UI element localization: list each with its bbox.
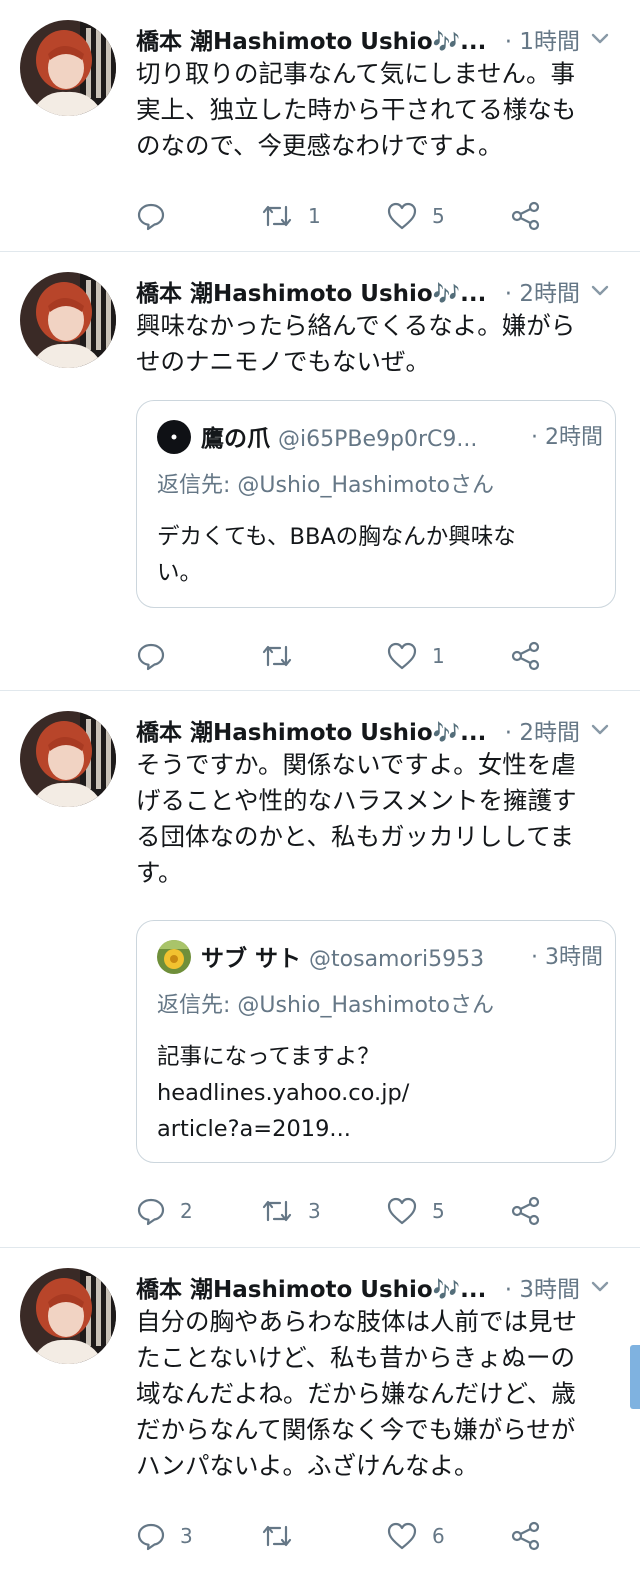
retweet-icon — [262, 645, 292, 667]
user-name[interactable]: 橋本 潮Hashimoto Ushio🎶... — [136, 22, 486, 56]
quoted-header: 鷹の爪 @i65PBe9p0rC9... · 2時間 — [201, 419, 603, 455]
share-icon — [511, 641, 540, 671]
retweet-icon — [262, 205, 292, 227]
tweet-header: 橋本 潮Hashimoto Ushio🎶... · 2時間 — [136, 270, 612, 310]
quoted-user-handle: @tosamori5953 — [309, 947, 485, 972]
tweet-header: 橋本 潮Hashimoto Ushio🎶... · 3時間 — [136, 1266, 612, 1306]
user-name[interactable]: 橋本 潮Hashimoto Ushio🎶... — [136, 713, 486, 747]
music-note-icon: 🎶 — [432, 30, 461, 55]
retweet-button[interactable] — [260, 1516, 308, 1556]
avatar[interactable] — [20, 711, 116, 807]
reply-button[interactable]: 3 — [136, 1516, 193, 1556]
retweet-icon — [262, 1200, 292, 1222]
chevron-down-icon[interactable] — [588, 26, 612, 50]
like-button[interactable]: 6 — [386, 1516, 445, 1556]
share-icon — [511, 1196, 540, 1226]
reply-icon — [137, 1523, 165, 1551]
tweet-text: 自分の胸やあらわな肢体は人前では見せ たことないけど、私も昔からきょぬーの 域な… — [136, 1307, 577, 1480]
music-note-icon: 🎶 — [432, 282, 461, 307]
tweet-actions: 1 — [136, 636, 556, 676]
music-note-icon: 🎶 — [432, 1278, 461, 1303]
like-button[interactable]: 5 — [386, 196, 445, 236]
tweet-actions: 2 3 5 — [136, 1191, 556, 1231]
reply-icon — [137, 1198, 165, 1226]
avatar[interactable] — [20, 20, 116, 116]
quoted-text: 記事になってますよ？ headlines.yahoo.co.jp/ articl… — [157, 1039, 591, 1147]
tweet-text: 興味なかったら絡んでくるなよ。嫌がら せのナニモノでもないぜ。 — [136, 311, 576, 376]
quoted-user-name: 鷹の爪 — [201, 426, 270, 452]
quoted-avatar-image — [157, 420, 191, 454]
quoted-link[interactable]: headlines.yahoo.co.jp/ — [157, 1075, 591, 1111]
tweet-time[interactable]: · 1時間 — [505, 22, 580, 56]
chevron-down-icon[interactable] — [588, 1274, 612, 1298]
quoted-user-name: サブ サト — [201, 946, 302, 972]
tweet-header: 橋本 潮Hashimoto Ushio🎶... · 2時間 — [136, 709, 612, 749]
quoted-avatar-image — [157, 940, 191, 974]
retweet-button[interactable]: 3 — [260, 1191, 321, 1231]
reply-to-label: 返信先: @Ushio_Hashimotoさん — [157, 993, 495, 1018]
tweet-time[interactable]: · 2時間 — [505, 713, 580, 747]
retweet-icon — [262, 1525, 292, 1547]
tweet-actions: 1 5 — [136, 196, 556, 236]
share-icon — [511, 201, 540, 231]
reply-to-label: 返信先: @Ushio_Hashimotoさん — [157, 473, 495, 498]
reply-button[interactable] — [136, 636, 180, 676]
avatar-photo — [20, 711, 116, 807]
share-button[interactable] — [510, 1191, 542, 1231]
share-button[interactable] — [510, 1516, 542, 1556]
retweet-button[interactable] — [260, 636, 308, 676]
tweet[interactable]: 橋本 潮Hashimoto Ushio🎶... · 3時間 自分の胸やあらわな肢… — [0, 1248, 640, 1573]
tweet-time[interactable]: · 2時間 — [505, 274, 580, 308]
like-button[interactable]: 1 — [386, 636, 445, 676]
share-icon — [511, 1521, 540, 1551]
tweet[interactable]: 橋本 潮Hashimoto Ushio🎶... · 2時間 そうですか。関係ない… — [0, 691, 640, 1247]
tweet-time[interactable]: · 3時間 — [505, 1270, 580, 1304]
user-name[interactable]: 橋本 潮Hashimoto Ushio🎶... — [136, 1270, 486, 1304]
quoted-time: · 2時間 — [531, 425, 603, 450]
quoted-avatar — [157, 420, 191, 454]
quoted-time: · 3時間 — [531, 945, 603, 970]
quoted-tweet[interactable]: サブ サト @tosamori5953 · 3時間 返信先: @Ushio_Has… — [136, 920, 616, 1163]
quoted-header: サブ サト @tosamori5953 · 3時間 — [201, 939, 603, 975]
tweet-header: 橋本 潮Hashimoto Ushio🎶... · 1時間 — [136, 18, 612, 58]
avatar-photo — [20, 20, 116, 116]
like-icon — [387, 642, 417, 670]
reply-icon — [137, 643, 165, 671]
tweet-text: そうですか。関係ないですよ。女性を虐 げることや性的なハラスメントを擁護す る団… — [136, 750, 577, 887]
share-button[interactable] — [510, 636, 542, 676]
chevron-down-icon[interactable] — [588, 278, 612, 302]
quoted-avatar — [157, 940, 191, 974]
avatar-photo — [20, 272, 116, 368]
reply-button[interactable]: 2 — [136, 1191, 193, 1231]
scrollbar-thumb[interactable] — [630, 1345, 640, 1409]
quoted-text: デカくても、BBAの胸なんか興味な い。 — [157, 524, 516, 586]
avatar[interactable] — [20, 272, 116, 368]
retweet-button[interactable]: 1 — [260, 196, 321, 236]
tweet-text: 切り取りの記事なんて気にしません。事 実上、独立した時から干されてる様なも のな… — [136, 59, 577, 160]
tweet[interactable]: 橋本 潮Hashimoto Ushio🎶... · 2時間 興味なかったら絡んで… — [0, 252, 640, 690]
chevron-down-icon[interactable] — [588, 717, 612, 741]
avatar[interactable] — [20, 1268, 116, 1364]
share-button[interactable] — [510, 196, 542, 236]
music-note-icon: 🎶 — [432, 721, 461, 746]
reply-button[interactable] — [136, 196, 180, 236]
like-icon — [387, 1522, 417, 1550]
reply-icon — [137, 203, 165, 231]
avatar-photo — [20, 1268, 116, 1364]
like-icon — [387, 1197, 417, 1225]
tweet[interactable]: 橋本 潮Hashimoto Ushio🎶... · 1時間 切り取りの記事なんて… — [0, 0, 640, 251]
like-button[interactable]: 5 — [386, 1191, 445, 1231]
tweet-actions: 3 6 — [136, 1516, 556, 1556]
quoted-user-handle: @i65PBe9p0rC9... — [278, 427, 478, 452]
like-icon — [387, 202, 417, 230]
user-name[interactable]: 橋本 潮Hashimoto Ushio🎶... — [136, 274, 486, 308]
quoted-tweet[interactable]: 鷹の爪 @i65PBe9p0rC9... · 2時間 返信先: @Ushio_Ha… — [136, 400, 616, 608]
